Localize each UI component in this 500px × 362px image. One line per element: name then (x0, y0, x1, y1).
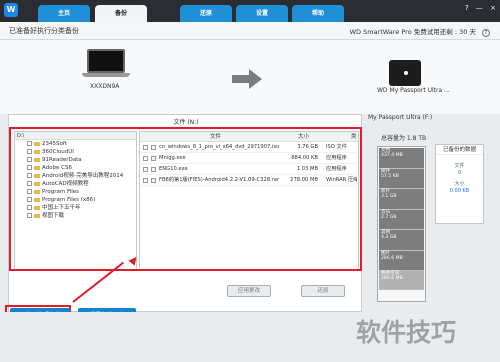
storage-bars: 文档 437.4 MB 邮件 57.5 KB 影片 3.1 GB 音乐 2.7 GB 其… (377, 146, 426, 302)
file-panel-title: 文件 (N:) (173, 119, 199, 126)
drive-summary-panel: My Passport Ultra (F:) 总容量为 1.8 TB 文档 437… (368, 114, 493, 312)
file-count-value: 0 (457, 170, 462, 176)
status-text: 已准备好执行分类备份 (9, 27, 79, 35)
minimize-icon[interactable]: — (476, 4, 483, 12)
storage-segment-music: 音乐 2.7 GB (379, 209, 424, 230)
apply-changes-button[interactable]: 应用更改 (227, 285, 271, 297)
drive-title: My Passport Ultra (F:) (368, 114, 433, 121)
tab-restore[interactable]: 还原 (180, 5, 232, 22)
wd-logo-icon: W (4, 3, 18, 17)
storage-segment-pictures: 图片 286.6 MB (379, 250, 424, 271)
storage-segment-mail: 邮件 57.5 KB (379, 168, 424, 189)
right-arrow-icon (232, 69, 262, 89)
file-count-label: 文件 (454, 163, 465, 169)
laptop-base-icon (82, 73, 130, 77)
backed-up-data-box: 已备份的数据 文件 0 大小 0.00 KB (435, 144, 484, 224)
restore-button[interactable]: 还原 (301, 285, 345, 297)
tab-settings[interactable]: 设置 (236, 5, 288, 22)
capacity-label: 总容量为 1.8 TB (381, 135, 427, 142)
window-controls: ? — × (460, 4, 496, 12)
file-list-highlight (9, 127, 362, 271)
tab-home[interactable]: 主页 (38, 5, 90, 22)
drive-light-icon (404, 71, 408, 75)
close-icon[interactable]: × (490, 4, 496, 12)
trial-status: WD SmartWare Pro 免费试用还剩 : 30 天 (349, 28, 476, 36)
computer-name: XXXDN9A (90, 83, 120, 90)
help-icon[interactable]: ? (482, 29, 490, 37)
backed-up-title: 已备份的数据 (436, 145, 483, 155)
tab-backup[interactable]: 备份 (95, 5, 147, 22)
help-window-icon[interactable]: ? (465, 4, 469, 12)
storage-segment-other: 其他 4.3 GB (379, 230, 424, 251)
storage-segment-movies: 影片 3.1 GB (379, 189, 424, 210)
storage-segment-documents: 文档 437.4 MB (379, 148, 424, 169)
tab-help[interactable]: 帮助 (292, 5, 344, 22)
watermark-text: 软件技巧 (356, 318, 457, 347)
storage-segment-free: 剩余空间 286.6 MB (379, 271, 424, 290)
laptop-icon (87, 49, 125, 73)
drive-name: WD My Passport Ultra ... (377, 87, 450, 94)
size-label: 大小 (454, 181, 465, 187)
title-bar: W 主页 备份 还原 设置 帮助 ? — × (0, 0, 500, 22)
product-status: WD SmartWare Pro 免费试用还剩 : 30 天 ? (346, 26, 490, 37)
size-value: 0.00 KB (449, 188, 470, 194)
